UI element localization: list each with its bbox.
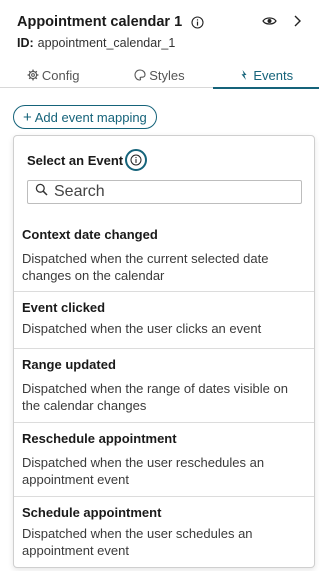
- event-search-box[interactable]: [27, 180, 302, 204]
- event-description: Dispatched when the user reschedules an …: [22, 455, 265, 487]
- list-item[interactable]: Context date changed Dispatched when the…: [14, 219, 314, 292]
- list-item[interactable]: Event clicked Dispatched when the user c…: [14, 292, 314, 349]
- tab-styles-label: Styles: [149, 67, 185, 83]
- plus-icon: +: [23, 108, 32, 126]
- panel-header: Appointment calendar 1 ID: appointment_c…: [0, 0, 319, 60]
- dropdown-header: Select an Event: [27, 149, 148, 171]
- eye-icon[interactable]: [261, 13, 277, 29]
- add-event-mapping-label: Add event mapping: [34, 109, 147, 125]
- properties-panel: Appointment calendar 1 ID: appointment_c…: [0, 0, 320, 571]
- tab-bar: Config Styles Events: [0, 62, 320, 89]
- event-name: Reschedule appointment: [22, 431, 177, 446]
- list-item[interactable]: Reschedule appointment Dispatched when t…: [14, 423, 314, 497]
- tab-config-label: Config: [41, 67, 80, 83]
- chevron-right-icon[interactable]: [289, 13, 305, 29]
- tab-events[interactable]: Events: [212, 62, 320, 89]
- tab-styles[interactable]: Styles: [106, 62, 212, 88]
- select-event-dropdown: Select an Event Context date changed: [13, 135, 315, 568]
- event-description: Dispatched when the user schedules an ap…: [22, 526, 253, 558]
- header-actions: [261, 13, 305, 29]
- id-value: appointment_calendar_1: [37, 36, 176, 50]
- tab-events-label: Events: [253, 67, 294, 83]
- gear-icon: [27, 69, 39, 81]
- dropdown-title: Select an Event: [27, 152, 124, 168]
- info-icon[interactable]: [125, 149, 148, 171]
- event-list: Context date changed Dispatched when the…: [14, 219, 314, 567]
- tab-config[interactable]: Config: [0, 62, 106, 88]
- title-row: Appointment calendar 1: [17, 12, 204, 32]
- event-description: Dispatched when the current selected dat…: [22, 251, 269, 283]
- lightning-icon: [238, 69, 250, 81]
- event-name: Range updated: [22, 357, 116, 372]
- event-description: Dispatched when the range of dates visib…: [22, 381, 288, 413]
- add-event-mapping-button[interactable]: + Add event mapping: [13, 105, 157, 129]
- list-item[interactable]: Range updated Dispatched when the range …: [14, 349, 314, 423]
- event-name: Schedule appointment: [22, 505, 162, 520]
- search-icon: [35, 183, 48, 201]
- palette-icon: [134, 69, 146, 81]
- list-item[interactable]: Schedule appointment Dispatched when the…: [14, 497, 314, 567]
- component-title: Appointment calendar 1: [17, 14, 183, 30]
- search-input[interactable]: [54, 183, 294, 201]
- event-name: Context date changed: [22, 227, 158, 242]
- component-id: ID: appointment_calendar_1: [17, 36, 175, 50]
- id-label: ID:: [17, 36, 34, 50]
- event-description: Dispatched when the user clicks an event: [22, 321, 262, 336]
- info-icon[interactable]: [191, 15, 204, 29]
- event-name: Event clicked: [22, 300, 106, 315]
